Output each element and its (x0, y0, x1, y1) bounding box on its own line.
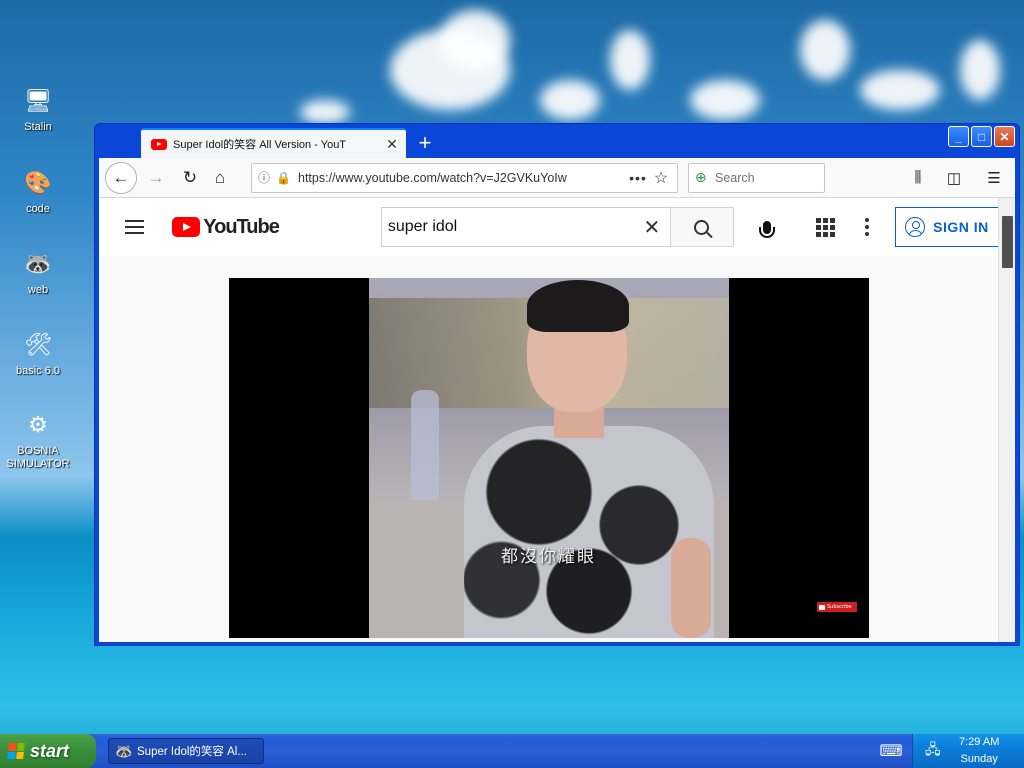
vb-icon: 🛠 (24, 332, 52, 357)
raccoon-icon: 🦝 (115, 742, 133, 759)
page-actions-button[interactable]: ••• (625, 170, 651, 186)
subscribe-watermark[interactable]: Subscribe (817, 602, 857, 612)
hamburger-menu-icon: ☰ (987, 169, 1001, 187)
tab-close-icon[interactable]: ✕ (384, 136, 400, 153)
youtube-search-button[interactable] (669, 207, 734, 247)
sign-in-button[interactable]: SIGN IN (894, 207, 1000, 247)
network-icon[interactable]: 🖧 (925, 739, 945, 763)
search-engine-icon: ⊕ (695, 169, 707, 185)
search-bar[interactable]: ⊕ Search (688, 162, 825, 193)
toolbar-right: ⫼ ◫ ☰ (903, 163, 1009, 193)
tab-title: Super Idol的笑容 All Version - YouT (173, 139, 347, 151)
sidebar-button[interactable]: ◫ (939, 163, 969, 193)
keyboard-icon[interactable]: ⌨ (878, 741, 904, 761)
window-controls: _ □ ✕ (948, 126, 1015, 147)
start-button[interactable]: start (0, 734, 96, 768)
taskbar-item-browser[interactable]: 🦝 Super Idol的笑容 Al... (108, 738, 264, 764)
raccoon-icon: 🦝 (24, 251, 52, 276)
desktop-icon-web[interactable]: 🦝 web (4, 247, 72, 297)
menu-button[interactable]: ☰ (979, 163, 1009, 193)
info-icon[interactable]: ⓘ (258, 169, 276, 186)
search-icon (694, 219, 710, 235)
url-text[interactable]: https://www.youtube.com/watch?v=J2GVKuYo… (294, 171, 625, 185)
tab-youtube[interactable]: Super Idol的笑容 All Version - YouT ✕ (141, 128, 406, 158)
taskbar-item-label: Super Idol的笑容 Al... (137, 746, 247, 758)
desktop-icon-label: code (26, 203, 50, 215)
library-button[interactable]: ⫼ (903, 163, 933, 193)
microphone-icon (759, 220, 776, 238)
windows-flag-icon (7, 743, 25, 759)
sign-in-label: SIGN IN (933, 219, 989, 235)
close-button[interactable]: ✕ (994, 126, 1015, 147)
clock[interactable]: 7:29 AM Sunday (959, 734, 999, 768)
youtube-search: super idol ✕ (380, 207, 734, 247)
computer-icon: 🖥 (24, 88, 52, 113)
clock-day: Sunday (960, 753, 998, 765)
video-subtitle: 都沒你耀眼 (501, 547, 596, 566)
video-frame (369, 278, 729, 638)
voice-search-button[interactable] (748, 207, 787, 247)
gear-globe-icon: ⚙ (28, 412, 48, 437)
guide-menu-icon[interactable] (125, 220, 145, 234)
search-query[interactable]: super idol (388, 218, 640, 236)
taskbar: start 🦝 Super Idol的笑容 Al... ⌨ 🖧 7:29 AM … (0, 734, 1024, 768)
desktop-icon-label: basic 6.0 (15, 365, 61, 377)
lock-icon[interactable]: 🔒 (276, 171, 294, 185)
start-label: start (30, 740, 70, 761)
paint-icon: 🎨 (24, 170, 52, 195)
home-icon: ⌂ (214, 167, 226, 187)
desktop-icon-label: web (27, 284, 49, 296)
desktop-icon-basic[interactable]: 🛠 basic 6.0 (4, 328, 72, 378)
desktop-icon-bosnia-simulator[interactable]: ⚙ BOSNIA SIMULATOR (4, 408, 72, 471)
title-bar[interactable]: Super Idol的笑容 All Version - YouT ✕ + _ □… (99, 124, 1015, 158)
browser-window: Super Idol的笑容 All Version - YouT ✕ + _ □… (94, 123, 1020, 646)
youtube-favicon-icon (151, 138, 167, 150)
arrow-right-icon: → (147, 167, 165, 187)
subscribe-watermark-text: Subscribe (827, 604, 852, 610)
home-button[interactable]: ⌂ (205, 163, 235, 193)
clear-search-icon[interactable]: ✕ (640, 215, 664, 240)
desktop-icon-code[interactable]: 🎨 code (4, 166, 72, 216)
clock-time: 7:29 AM (959, 736, 1000, 748)
bookmark-star-icon[interactable]: ☆ (651, 168, 671, 188)
desktop-icon-stalin[interactable]: 🖥 Stalin (4, 84, 72, 134)
search-placeholder: Search (715, 170, 755, 185)
youtube-mini-icon (819, 604, 825, 610)
scrollbar-thumb[interactable] (1002, 216, 1013, 268)
youtube-play-icon (172, 217, 201, 237)
maximize-button[interactable]: □ (971, 126, 992, 147)
sidebar-icon: ◫ (946, 169, 962, 187)
system-tray: 🖧 7:29 AM Sunday (912, 734, 1024, 768)
youtube-header: YouTube super idol ✕ SIGN IN (99, 198, 1015, 256)
reload-icon: ↻ (182, 167, 198, 187)
video-player[interactable]: 都沒你耀眼 Subscribe (229, 278, 869, 638)
user-avatar-icon (905, 217, 926, 237)
youtube-search-input[interactable]: super idol ✕ (380, 207, 670, 247)
forward-button[interactable]: → (141, 163, 171, 193)
desktop-icon-label: Stalin (24, 121, 52, 133)
library-icon: ⫼ (914, 169, 922, 186)
back-button[interactable]: ← (105, 161, 137, 194)
minimize-button[interactable]: _ (948, 126, 969, 147)
page-scrollbar[interactable] (998, 198, 1015, 642)
arrow-left-icon: ← (112, 167, 130, 187)
youtube-logo[interactable]: YouTube (172, 215, 280, 239)
url-bar[interactable]: ⓘ 🔒 https://www.youtube.com/watch?v=J2GV… (251, 162, 678, 193)
desktop-icon-label: BOSNIA SIMULATOR (6, 445, 70, 470)
youtube-logo-text: YouTube (203, 215, 280, 238)
apps-grid-icon[interactable] (814, 215, 837, 239)
new-tab-button[interactable]: + (410, 128, 440, 158)
navigation-toolbar: ← → ↻ ⌂ ⓘ 🔒 https://www.youtube.com/watc… (99, 158, 1015, 198)
page-content: YouTube super idol ✕ SIGN IN 都沒你耀眼 Subsc… (99, 198, 1015, 642)
reload-button[interactable]: ↻ (175, 163, 205, 193)
settings-more-icon[interactable] (858, 218, 877, 236)
